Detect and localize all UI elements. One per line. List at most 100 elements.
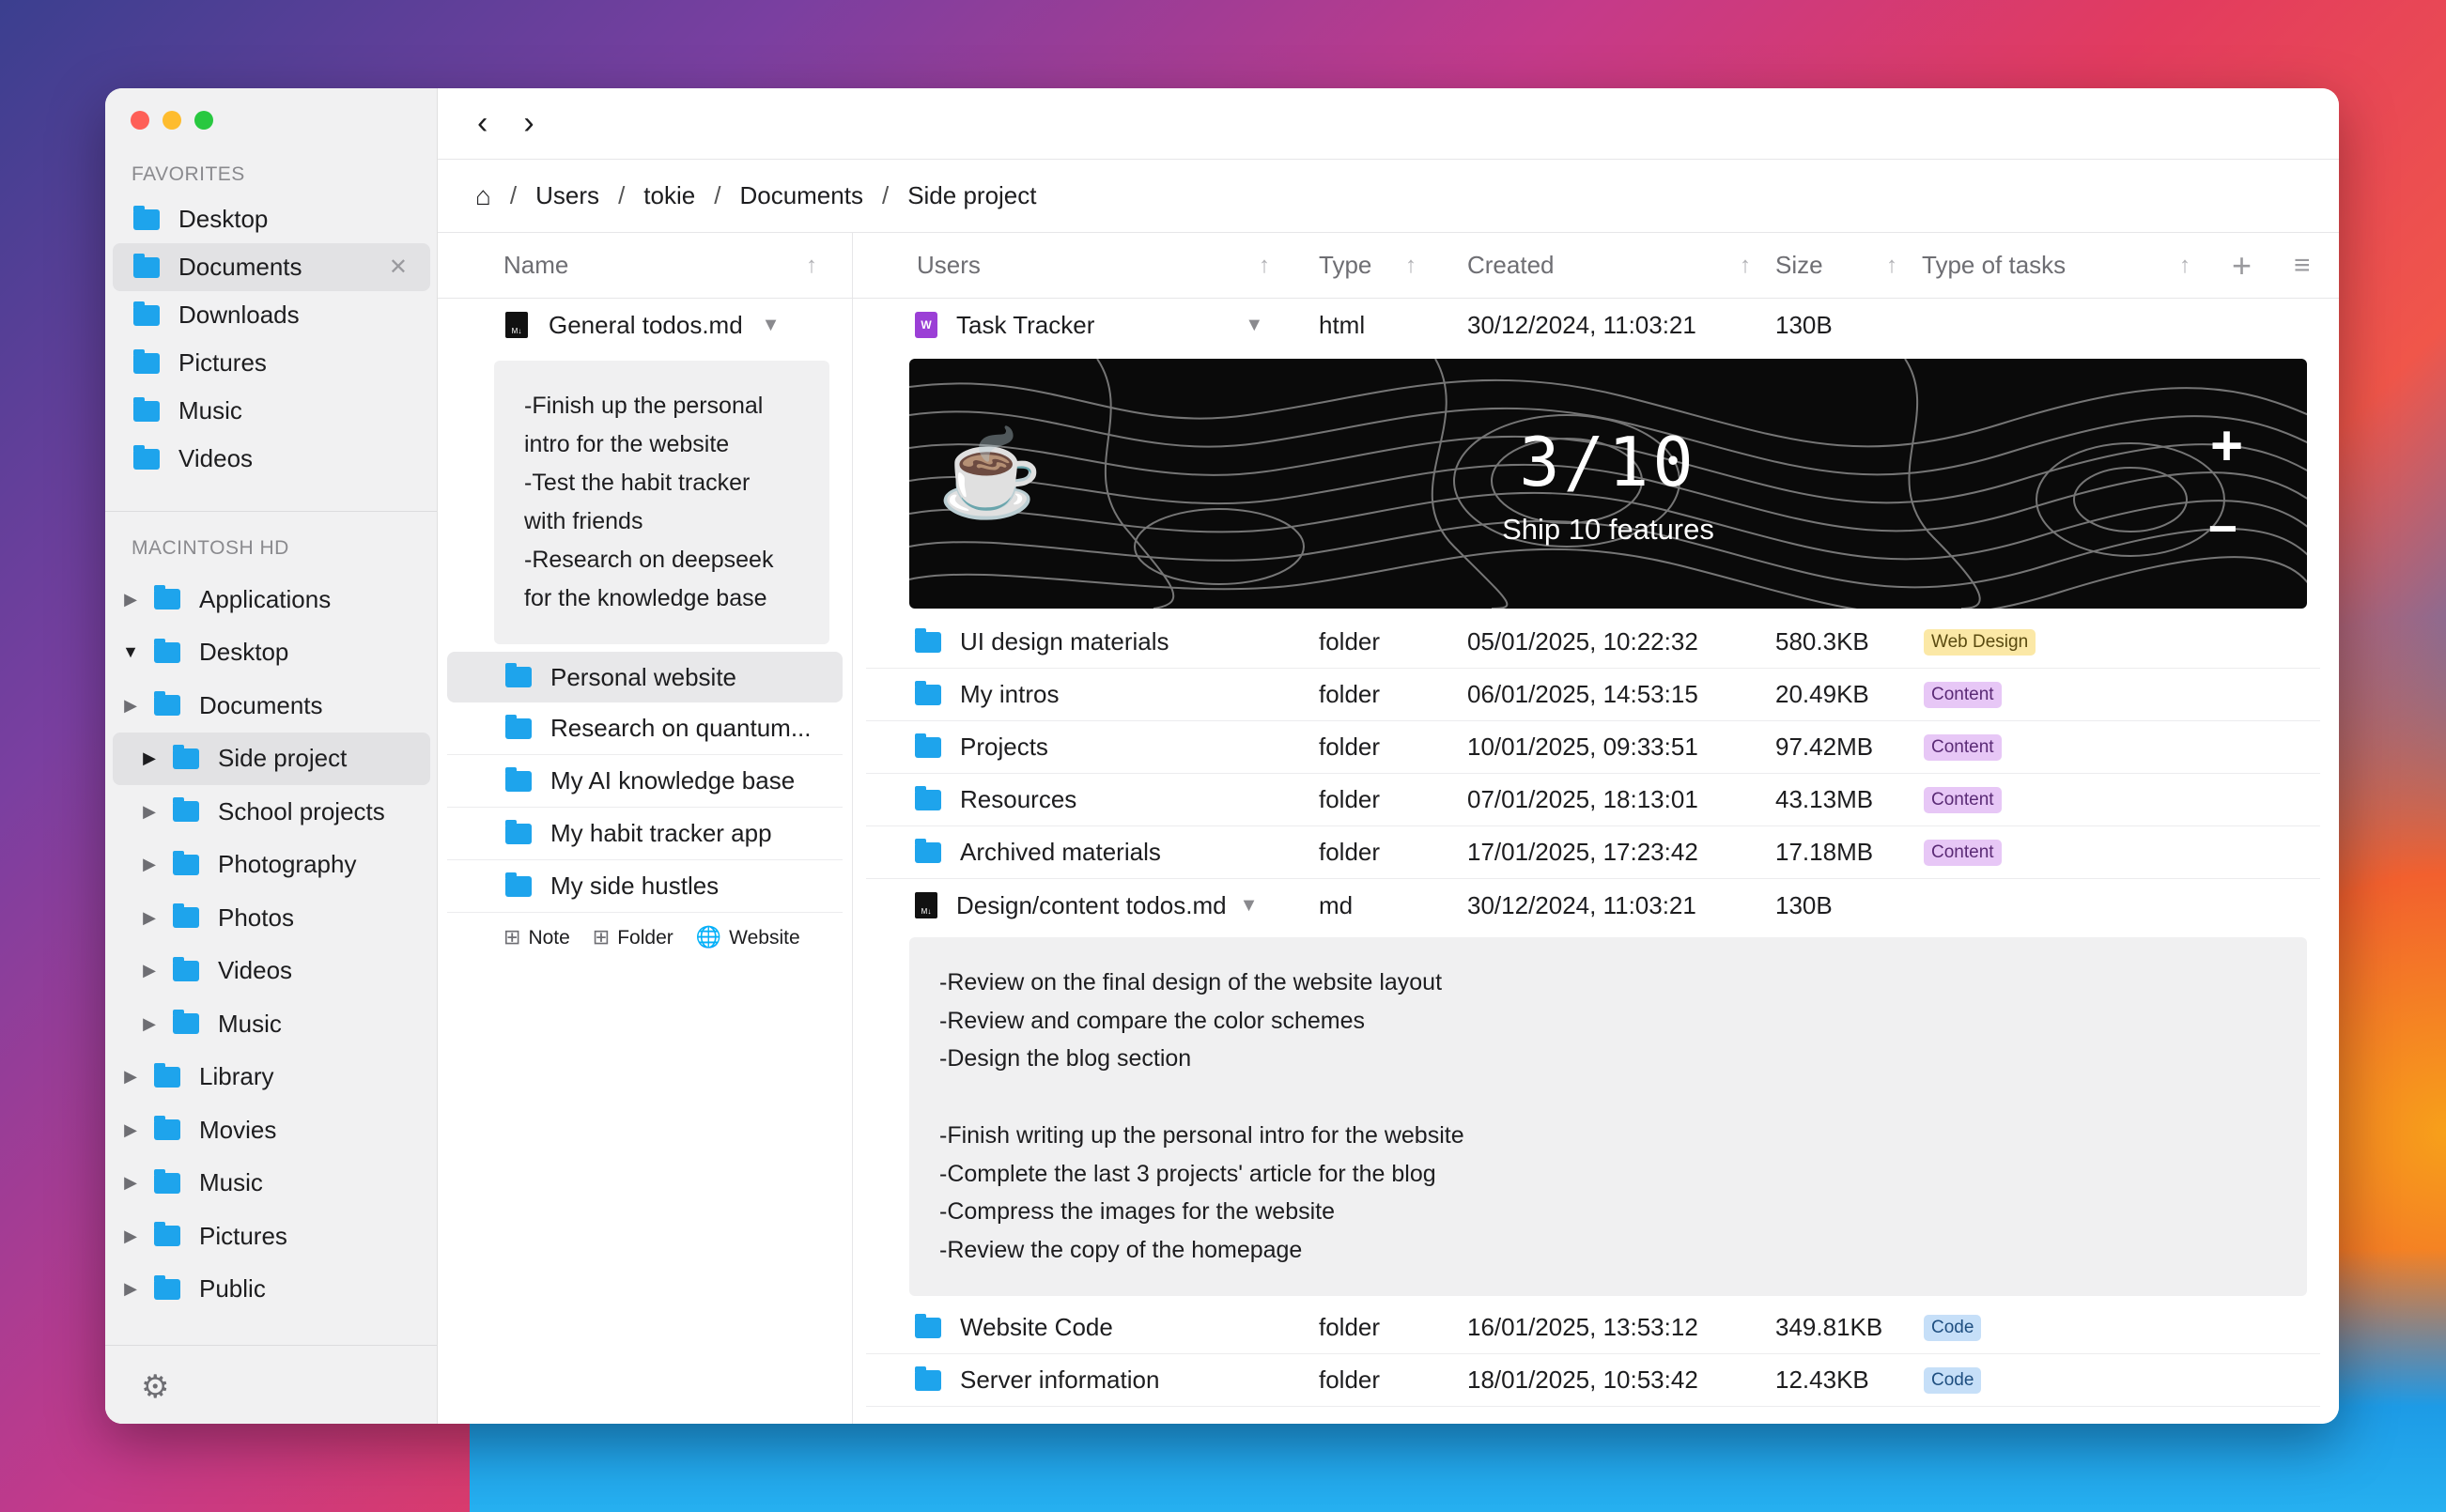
sidebar-item-documents[interactable]: Documents ✕ [113, 243, 430, 291]
table-row[interactable]: Website Code folder 16/01/2025, 13:53:12 34… [866, 1302, 2320, 1354]
back-button[interactable]: ‹ [477, 105, 488, 142]
tree-item-photos[interactable]: ▶ Photos [113, 891, 430, 945]
folder-row[interactable]: My AI knowledge base [447, 755, 843, 808]
caret-right-icon[interactable]: ▶ [116, 1279, 145, 1299]
tree-item-desktop[interactable]: ▼ Desktop [113, 626, 430, 680]
sort-arrow-icon[interactable]: ↑ [1259, 253, 1270, 279]
created-header[interactable]: Created [1467, 251, 1555, 280]
type-of-tasks-header[interactable]: Type of tasks [1922, 251, 2066, 280]
add-note-button[interactable]: ⊞ Note [503, 925, 570, 949]
tree-item-movies[interactable]: ▶ Movies [113, 1103, 430, 1157]
task-type-tag[interactable]: Content [1924, 839, 2002, 866]
breadcrumb-separator: / [881, 181, 890, 209]
tree-item-pictures[interactable]: ▶ Pictures [113, 1210, 430, 1263]
increment-button[interactable]: + [2210, 413, 2243, 478]
caret-right-icon[interactable]: ▶ [135, 855, 163, 874]
type-header[interactable]: Type [1319, 251, 1371, 280]
task-type-tag[interactable]: Content [1924, 733, 2002, 761]
breadcrumb-separator: / [714, 181, 721, 209]
home-icon[interactable]: ⌂ [475, 181, 491, 211]
table-row[interactable]: Projects folder 10/01/2025, 09:33:51 97.42M… [866, 721, 2320, 774]
forward-button[interactable]: › [523, 105, 534, 142]
gear-icon[interactable]: ⚙ [141, 1368, 169, 1406]
tree-item-side-project[interactable]: ▶ Side project [113, 732, 430, 785]
sidebar-item-pictures[interactable]: Pictures [113, 339, 430, 387]
sidebar-item-videos[interactable]: Videos [113, 435, 430, 483]
folder-icon [133, 396, 160, 422]
sidebar-item-downloads[interactable]: Downloads [113, 291, 430, 339]
task-type-tag[interactable]: Code [1924, 1366, 1982, 1394]
decrement-button[interactable]: − [2207, 500, 2237, 558]
zoom-window-button[interactable] [194, 111, 213, 130]
caret-right-icon[interactable]: ▶ [116, 1067, 145, 1087]
users-header[interactable]: Users [917, 251, 981, 280]
tree-item-label: Photography [218, 850, 357, 879]
close-icon[interactable]: ✕ [389, 254, 408, 281]
breadcrumb-item[interactable]: Documents [739, 181, 863, 210]
tree-item-photography[interactable]: ▶ Photography [113, 839, 430, 892]
breadcrumb-item[interactable]: Users [535, 181, 599, 210]
design-todos-row[interactable]: M↓ Design/content todos.md ▼ md 30/12/20… [866, 879, 2320, 932]
chevron-down-icon[interactable]: ▼ [1240, 895, 1259, 917]
caret-right-icon[interactable]: ▶ [135, 802, 163, 822]
tree-item-school-projects[interactable]: ▶ School projects [113, 785, 430, 839]
chevron-down-icon[interactable]: ▼ [762, 315, 781, 336]
tree-item-public[interactable]: ▶ Public [113, 1263, 430, 1317]
breadcrumb-item[interactable]: tokie [643, 181, 695, 210]
caret-right-icon[interactable]: ▶ [135, 961, 163, 980]
table-row[interactable]: Archived materials folder 17/01/2025, 17:2… [866, 826, 2320, 879]
table-row[interactable]: Resources folder 07/01/2025, 18:13:01 43.13… [866, 774, 2320, 826]
tree-item-music[interactable]: ▶ Music [113, 997, 430, 1051]
sidebar-item-desktop[interactable]: Desktop [113, 195, 430, 243]
table-row[interactable]: Server information folder 18/01/2025, 10:5… [866, 1354, 2320, 1407]
tree-item-applications[interactable]: ▶ Applications [113, 573, 430, 626]
caret-right-icon[interactable]: ▶ [135, 908, 163, 928]
caret-down-icon[interactable]: ▼ [116, 642, 145, 662]
file-size: 20.49KB [1775, 680, 1869, 708]
caret-right-icon[interactable]: ▶ [116, 1227, 145, 1246]
task-type-tag[interactable]: Content [1924, 681, 2002, 708]
sort-arrow-icon[interactable]: ↑ [1405, 253, 1417, 279]
folder-row[interactable]: Research on quantum... [447, 702, 843, 755]
tree-item-videos[interactable]: ▶Videos [113, 945, 430, 998]
caret-right-icon[interactable]: ▶ [116, 696, 145, 716]
sort-arrow-icon[interactable]: ↑ [2179, 253, 2191, 279]
caret-right-icon[interactable]: ▶ [135, 1014, 163, 1034]
tree-item-label: Music [218, 1009, 282, 1038]
size-header[interactable]: Size [1775, 251, 1823, 280]
folder-row[interactable]: My side hustles [447, 860, 843, 913]
tree-item-documents[interactable]: ▶ Documents [113, 679, 430, 733]
task-tracker-row[interactable]: W Task Tracker ▼ html 30/12/2024, 11:03:… [866, 299, 2320, 351]
tree-item-library[interactable]: ▶ Library [113, 1051, 430, 1104]
add-column-icon[interactable]: + [2232, 246, 2252, 285]
task-type-tag[interactable]: Content [1924, 786, 2002, 813]
tree-item-music[interactable]: ▶ Music [113, 1157, 430, 1211]
sort-arrow-icon[interactable]: ↑ [806, 253, 817, 279]
folder-row[interactable]: Personal website [447, 652, 843, 702]
menu-icon[interactable]: ≡ [2294, 250, 2311, 282]
sidebar-item-music[interactable]: Music [113, 387, 430, 435]
breadcrumb-item[interactable]: Side project [907, 181, 1036, 210]
folder-row[interactable]: My habit tracker app [447, 808, 843, 860]
add-folder-button[interactable]: ⊞ Folder [593, 925, 673, 949]
add-website-button[interactable]: 🌐 Website [696, 925, 800, 949]
task-type-tag[interactable]: Code [1924, 1314, 1982, 1341]
table-row[interactable]: UI design materials folder 05/01/2025, 10:… [866, 616, 2320, 669]
caret-right-icon[interactable]: ▶ [116, 1173, 145, 1193]
general-todos-row[interactable]: M↓ General todos.md ▼ [438, 299, 852, 351]
table-row[interactable]: My intros folder 06/01/2025, 14:53:15 20.49… [866, 669, 2320, 721]
caret-right-icon[interactable]: ▶ [135, 748, 163, 768]
folder-icon [154, 585, 180, 610]
details-column: Users ↑ Type ↑ Created ↑ Size ↑ Type of … [853, 233, 2339, 1424]
task-type-tag[interactable]: Web Design [1924, 628, 2036, 656]
caret-right-icon[interactable]: ▶ [116, 590, 145, 609]
sort-arrow-icon[interactable]: ↑ [1886, 253, 1897, 279]
name-column-header[interactable]: Name ↑ [438, 233, 852, 299]
tree-item-videos[interactable]: ▶Videos [113, 1316, 430, 1324]
sidebar: FAVORITES Desktop Documents ✕ Downloads Pict… [105, 88, 438, 1424]
caret-right-icon[interactable]: ▶ [116, 1120, 145, 1140]
minimize-window-button[interactable] [163, 111, 181, 130]
sort-arrow-icon[interactable]: ↑ [1740, 253, 1751, 279]
chevron-down-icon[interactable]: ▼ [1245, 315, 1263, 336]
close-window-button[interactable] [131, 111, 149, 130]
